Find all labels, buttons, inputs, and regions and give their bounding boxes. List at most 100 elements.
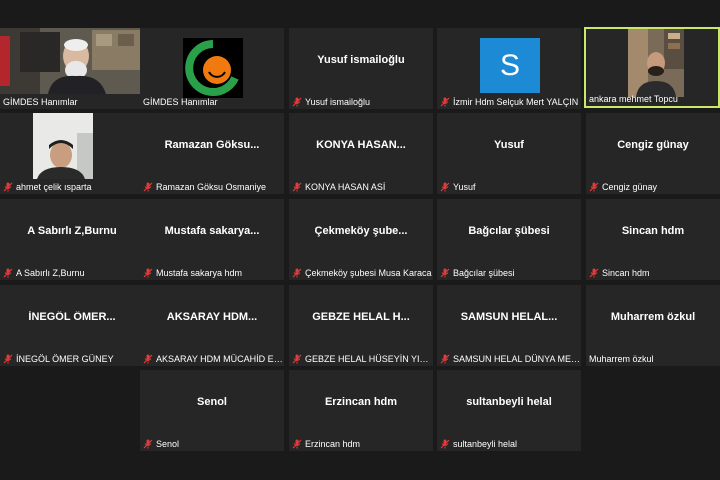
participant-name: Muharrem özkul xyxy=(589,353,654,364)
participant-tile[interactable]: AKSARAY HDM... AKSARAY HDM MÜCAHİD ERGİN xyxy=(140,285,284,366)
muted-mic-icon xyxy=(143,182,153,191)
participant-name: SAMSUN HELAL DÜNYA MEHMET xyxy=(453,353,581,364)
participant-display-name: Mustafa sakarya... xyxy=(164,225,260,237)
participant-tile[interactable]: GİMDES Hanımlar xyxy=(140,28,284,109)
participant-caption: GEBZE HELAL HÜSEYİN YILMAZ xyxy=(289,351,433,366)
muted-mic-icon xyxy=(292,354,302,363)
participant-name: GİMDES Hanımlar xyxy=(3,96,78,107)
muted-mic-icon xyxy=(143,354,153,363)
participant-tile[interactable]: GİMDES Hanımlar xyxy=(0,28,144,109)
participant-name: ankara mehmet Topcu xyxy=(589,93,678,104)
participant-display-name: Ramazan Göksu... xyxy=(164,139,260,151)
participant-display-name: A Sabırlı Z,Burnu xyxy=(27,225,117,237)
participant-name: A Sabırlı Z,Burnu xyxy=(16,267,85,278)
participant-caption: A Sabırlı Z,Burnu xyxy=(0,265,144,280)
participant-name: Cengiz günay xyxy=(602,181,658,192)
participant-name: İNEGÖL ÖMER GÜNEY xyxy=(16,353,114,364)
participant-caption: ankara mehmet Topcu xyxy=(586,91,718,106)
participant-display-name: KONYA HASAN... xyxy=(316,139,406,151)
participant-name: GEBZE HELAL HÜSEYİN YILMAZ xyxy=(305,353,433,364)
participant-caption: AKSARAY HDM MÜCAHİD ERGİN xyxy=(140,351,284,366)
participant-name: GİMDES Hanımlar xyxy=(143,96,218,107)
participant-name: Yusuf xyxy=(453,181,476,192)
participant-tile-active-speaker[interactable]: ankara mehmet Topcu xyxy=(584,27,720,108)
participant-name: İzmir Hdm Selçuk Mert YALÇIN xyxy=(453,96,579,107)
muted-mic-icon xyxy=(292,182,302,191)
muted-mic-icon xyxy=(3,182,13,191)
participant-caption: Cengiz günay xyxy=(586,179,720,194)
participant-name: sultanbeyli helal xyxy=(453,438,518,449)
participant-name: AKSARAY HDM MÜCAHİD ERGİN xyxy=(156,353,284,364)
participant-display-name: İNEGÖL ÖMER... xyxy=(28,311,116,323)
participant-name: Erzincan hdm xyxy=(305,438,361,449)
participant-display-name: sultanbeyli helal xyxy=(466,396,552,408)
participant-caption: Mustafa sakarya hdm xyxy=(140,265,284,280)
participant-display-name: Yusuf ismailoğlu xyxy=(317,54,405,66)
muted-mic-icon xyxy=(440,439,450,448)
participant-tile[interactable]: Senol Senol xyxy=(140,370,284,451)
video-gallery: GİMDES Hanımlar GİMDES Hanımlar Yusuf is… xyxy=(0,0,720,480)
participant-caption: İNEGÖL ÖMER GÜNEY xyxy=(0,351,144,366)
participant-tile[interactable]: SAMSUN HELAL... SAMSUN HELAL DÜNYA MEHME… xyxy=(437,285,581,366)
participant-name: Sincan hdm xyxy=(602,267,650,278)
participant-video xyxy=(628,29,684,97)
participant-tile[interactable]: Çekmeköy şube... Çekmeköy şubesi Musa Ka… xyxy=(289,199,433,280)
participant-tile[interactable]: ahmet çelik ısparta xyxy=(0,113,144,194)
participant-name: Çekmeköy şubesi Musa Karaca xyxy=(305,267,432,278)
muted-mic-icon xyxy=(589,268,599,277)
muted-mic-icon xyxy=(589,182,599,191)
gimdes-logo xyxy=(183,38,243,98)
participant-display-name: Cengiz günay xyxy=(617,139,689,151)
participant-tile[interactable]: Sincan hdm Sincan hdm xyxy=(586,199,720,280)
participant-caption: Sincan hdm xyxy=(586,265,720,280)
participant-name: Bağcılar şübesi xyxy=(453,267,515,278)
participant-display-name: AKSARAY HDM... xyxy=(166,311,258,323)
participant-tile[interactable]: Yusuf Yusuf xyxy=(437,113,581,194)
participant-caption: İzmir Hdm Selçuk Mert YALÇIN xyxy=(437,94,581,109)
participant-video xyxy=(33,113,93,179)
participant-display-name: Erzincan hdm xyxy=(324,396,398,408)
muted-mic-icon xyxy=(440,97,450,106)
muted-mic-icon xyxy=(143,439,153,448)
participant-tile[interactable]: GEBZE HELAL H... GEBZE HELAL HÜSEYİN YIL… xyxy=(289,285,433,366)
participant-name: Mustafa sakarya hdm xyxy=(156,267,243,278)
participant-name: Yusuf ismailoğlu xyxy=(305,96,371,107)
muted-mic-icon xyxy=(3,268,13,277)
participant-caption: GİMDES Hanımlar xyxy=(0,94,144,109)
muted-mic-icon xyxy=(440,354,450,363)
participant-caption: Bağcılar şübesi xyxy=(437,265,581,280)
participant-tile[interactable]: Mustafa sakarya... Mustafa sakarya hdm xyxy=(140,199,284,280)
participant-tile[interactable]: Yusuf ismailoğlu Yusuf ismailoğlu xyxy=(289,28,433,109)
participant-name: KONYA HASAN ASİ xyxy=(305,181,386,192)
participant-caption: Yusuf ismailoğlu xyxy=(289,94,433,109)
participant-tile[interactable]: İNEGÖL ÖMER... İNEGÖL ÖMER GÜNEY xyxy=(0,285,144,366)
participant-display-name: Bağcılar şübesi xyxy=(468,225,550,237)
participant-display-name: Muharrem özkul xyxy=(610,311,696,323)
participant-tile[interactable]: Cengiz günay Cengiz günay xyxy=(586,113,720,194)
participant-tile[interactable]: Ramazan Göksu... Ramazan Göksu Osmaniye xyxy=(140,113,284,194)
participant-caption: sultanbeyli helal xyxy=(437,436,581,451)
participant-tile[interactable]: sultanbeyli helal sultanbeyli helal xyxy=(437,370,581,451)
participant-video xyxy=(0,28,144,94)
participant-name: ahmet çelik ısparta xyxy=(16,181,92,192)
participant-caption: ahmet çelik ısparta xyxy=(0,179,144,194)
participant-tile[interactable]: Erzincan hdm Erzincan hdm xyxy=(289,370,433,451)
participant-display-name: GEBZE HELAL H... xyxy=(312,311,410,323)
participant-caption: SAMSUN HELAL DÜNYA MEHMET xyxy=(437,351,581,366)
participant-caption: Muharrem özkul xyxy=(586,351,720,366)
muted-mic-icon xyxy=(143,268,153,277)
participant-tile[interactable]: S İzmir Hdm Selçuk Mert YALÇIN xyxy=(437,28,581,109)
participant-tile[interactable]: KONYA HASAN... KONYA HASAN ASİ xyxy=(289,113,433,194)
participant-display-name: Çekmeköy şube... xyxy=(314,225,408,237)
participant-caption: KONYA HASAN ASİ xyxy=(289,179,433,194)
participant-display-name: Senol xyxy=(197,396,227,408)
participant-name: Senol xyxy=(156,438,180,449)
participant-tile[interactable]: Muharrem özkul Muharrem özkul xyxy=(586,285,720,366)
participant-caption: Senol xyxy=(140,436,284,451)
participant-tile[interactable]: A Sabırlı Z,Burnu A Sabırlı Z,Burnu xyxy=(0,199,144,280)
participant-caption: Erzincan hdm xyxy=(289,436,433,451)
participant-display-name: Sincan hdm xyxy=(621,225,685,237)
muted-mic-icon xyxy=(292,439,302,448)
participant-caption: Çekmeköy şubesi Musa Karaca xyxy=(289,265,433,280)
participant-tile[interactable]: Bağcılar şübesi Bağcılar şübesi xyxy=(437,199,581,280)
